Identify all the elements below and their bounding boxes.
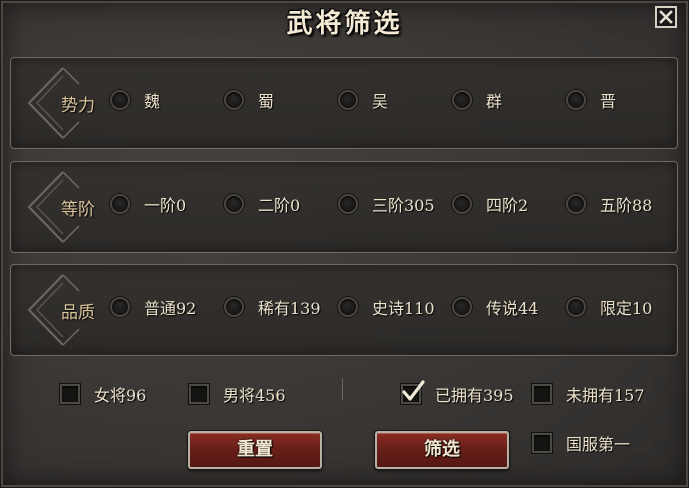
not-owned-label: 未拥有157 — [566, 386, 645, 405]
checkmark-icon — [402, 380, 425, 401]
divider — [342, 378, 343, 400]
option-label: 魏 — [144, 92, 161, 111]
option-label: 群 — [486, 92, 503, 111]
option-label: 限定10 — [600, 299, 653, 318]
tier-option-4[interactable]: 四阶2 — [452, 192, 528, 216]
reset-button[interactable]: 重置 — [188, 431, 322, 469]
option-label: 一阶0 — [144, 196, 187, 215]
faction-option-jin[interactable]: 晋 — [566, 88, 616, 112]
tier-label: 等阶 — [61, 200, 95, 220]
option-label: 史诗110 — [372, 299, 435, 318]
owned-toggle[interactable]: 已拥有395 — [401, 380, 514, 406]
radio-button[interactable] — [224, 297, 244, 317]
female-generals-toggle[interactable]: 女将96 — [60, 382, 146, 406]
option-label: 四阶2 — [486, 196, 529, 215]
quality-option-rare[interactable]: 稀有139 — [224, 295, 321, 319]
tier-filter-panel: 等阶 一阶0 二阶0 三阶305 四阶2 五阶88 — [10, 161, 678, 253]
radio-button[interactable] — [452, 297, 472, 317]
radio-button[interactable] — [566, 297, 586, 317]
male-generals-toggle[interactable]: 男将456 — [189, 382, 286, 406]
quality-option-common[interactable]: 普通92 — [110, 295, 196, 319]
server-first-toggle[interactable]: 国服第一 — [532, 431, 630, 455]
faction-option-qun[interactable]: 群 — [452, 88, 502, 112]
option-label: 传说44 — [486, 299, 539, 318]
tier-option-1[interactable]: 一阶0 — [110, 192, 186, 216]
radio-button[interactable] — [338, 297, 358, 317]
faction-label: 势力 — [61, 96, 95, 116]
radio-button[interactable] — [566, 90, 586, 110]
option-label: 晋 — [600, 92, 617, 111]
faction-filter-panel: 势力 魏 蜀 吴 群 晋 — [10, 57, 678, 149]
option-label: 普通92 — [144, 299, 197, 318]
quality-option-limited[interactable]: 限定10 — [566, 295, 652, 319]
radio-button[interactable] — [224, 90, 244, 110]
option-label: 三阶305 — [372, 196, 435, 215]
faction-option-shu[interactable]: 蜀 — [224, 88, 274, 112]
dialog-title: 武将筛选 — [286, 9, 403, 39]
quality-option-epic[interactable]: 史诗110 — [338, 295, 435, 319]
female-checkbox[interactable] — [60, 384, 80, 404]
radio-button[interactable] — [110, 90, 130, 110]
radio-button[interactable] — [338, 194, 358, 214]
server-first-label: 国服第一 — [566, 435, 631, 454]
quality-label: 品质 — [61, 303, 95, 323]
tier-option-5[interactable]: 五阶88 — [566, 192, 652, 216]
faction-option-wei[interactable]: 魏 — [110, 88, 160, 112]
radio-button[interactable] — [110, 297, 130, 317]
option-label: 五阶88 — [600, 196, 653, 215]
not-owned-checkbox[interactable] — [532, 384, 552, 404]
owned-label: 已拥有395 — [435, 386, 514, 405]
male-checkbox[interactable] — [189, 384, 209, 404]
radio-button[interactable] — [110, 194, 130, 214]
server-first-checkbox[interactable] — [532, 433, 552, 453]
quality-option-legendary[interactable]: 传说44 — [452, 295, 538, 319]
radio-button[interactable] — [338, 90, 358, 110]
female-label: 女将96 — [94, 386, 147, 405]
option-label: 二阶0 — [258, 196, 301, 215]
radio-button[interactable] — [566, 194, 586, 214]
faction-option-wu[interactable]: 吴 — [338, 88, 388, 112]
option-label: 蜀 — [258, 92, 275, 111]
radio-button[interactable] — [452, 194, 472, 214]
filter-button[interactable]: 筛选 — [375, 431, 509, 469]
male-label: 男将456 — [223, 386, 286, 405]
quality-filter-panel: 品质 普通92 稀有139 史诗110 传说44 限定10 — [10, 264, 678, 356]
option-label: 稀有139 — [258, 299, 321, 318]
radio-button[interactable] — [452, 90, 472, 110]
option-label: 吴 — [372, 92, 389, 111]
not-owned-toggle[interactable]: 未拥有157 — [532, 382, 645, 406]
radio-button[interactable] — [224, 194, 244, 214]
tier-option-3[interactable]: 三阶305 — [338, 192, 435, 216]
tier-option-2[interactable]: 二阶0 — [224, 192, 300, 216]
close-button[interactable] — [655, 6, 677, 28]
close-icon — [659, 10, 673, 24]
owned-checkbox[interactable] — [401, 380, 425, 404]
